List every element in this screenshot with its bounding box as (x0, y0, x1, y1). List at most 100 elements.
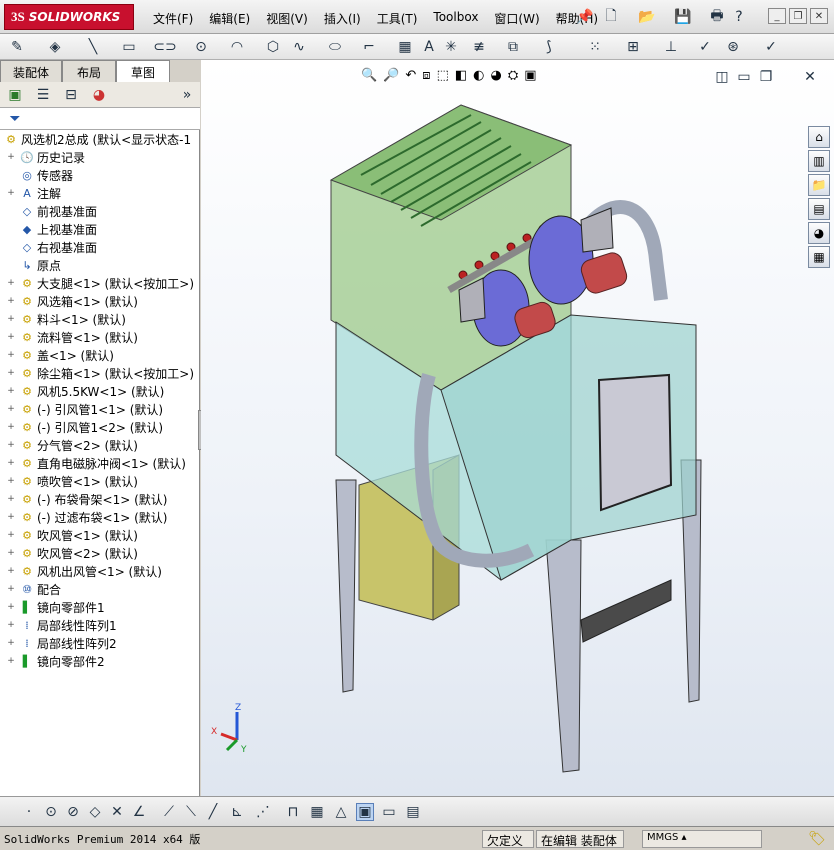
wireframe-icon[interactable]: ▭ (380, 803, 398, 821)
tree-root[interactable]: ⚙ 风选机2总成 (默认<显示状态-1 (0, 130, 200, 148)
tree-item[interactable]: + ⚙ 料斗<1> (默认) (0, 310, 200, 328)
intersection-snap-icon[interactable]: ✕ (108, 803, 126, 821)
tree-item[interactable]: + ▌ 镜向零部件1 (0, 598, 200, 616)
tree-item[interactable]: + ⚙ (-) 引风管1<2> (默认) (0, 418, 200, 436)
tree-item[interactable]: + ⚙ (-) 引风管1<1> (默认) (0, 400, 200, 418)
menu-window[interactable]: 窗口(W) (486, 8, 547, 29)
configuration-manager-icon[interactable]: ⊟ (62, 86, 80, 104)
tree-item[interactable]: + ⁞ 局部线性阵列1 (0, 616, 200, 634)
display-relations-icon[interactable]: ⊥ (662, 38, 680, 56)
tree-expander[interactable]: + (6, 278, 16, 288)
tree-expander[interactable]: + (6, 314, 16, 324)
tree-expander[interactable]: + (6, 656, 16, 666)
appearances-icon[interactable]: ◕ (808, 222, 830, 244)
tree-item[interactable]: + ⚙ 风选箱<1> (默认) (0, 292, 200, 310)
tree-item[interactable]: ↳ 原点 (0, 256, 200, 274)
vertical-snap-icon[interactable]: ⟍ (182, 803, 200, 821)
tree-expander[interactable]: + (6, 566, 16, 576)
spline-icon[interactable]: ∿ (290, 38, 308, 56)
tree-item[interactable]: + ⚙ 风机5.5KW<1> (默认) (0, 382, 200, 400)
tree-expander[interactable]: + (6, 368, 16, 378)
convert-icon[interactable]: ⧉ (504, 38, 522, 56)
view-palette-icon[interactable]: ▤ (808, 198, 830, 220)
tree-item[interactable]: + ⚙ 吹风管<1> (默认) (0, 526, 200, 544)
tree-expander[interactable]: + (6, 602, 16, 612)
save-icon[interactable]: 💾 (674, 8, 692, 26)
circle-icon[interactable]: ⊙ (192, 38, 210, 56)
display-manager-icon[interactable]: ◕ (90, 86, 108, 104)
resources-icon[interactable]: ⌂ (808, 126, 830, 148)
tree-expander[interactable]: + (6, 332, 16, 342)
move-icon[interactable]: ⊞ (624, 38, 642, 56)
tree-expander[interactable]: + (6, 494, 16, 504)
quadrant-snap-icon[interactable]: ⋰ (254, 803, 272, 821)
menu-view[interactable]: 视图(V) (258, 8, 316, 29)
smart-dimension-icon[interactable]: ◈ (46, 38, 64, 56)
rapid-sketch-icon[interactable]: ⊛ (724, 38, 742, 56)
shaded-icon[interactable]: ▣ (356, 803, 374, 821)
menu-tools[interactable]: 工具(T) (369, 8, 426, 29)
tree-expander[interactable]: + (6, 386, 16, 396)
expand-panel-icon[interactable]: » (178, 86, 196, 104)
design-library-icon[interactable]: ▥ (808, 150, 830, 172)
tree-item[interactable]: + ⚙ (-) 过滤布袋<1> (默认) (0, 508, 200, 526)
menu-toolbox[interactable]: Toolbox (425, 8, 486, 29)
tree-item[interactable]: + ⚙ 分气管<2> (默认) (0, 436, 200, 454)
polygon-icon[interactable]: ⬡ (264, 38, 282, 56)
tree-expander[interactable]: + (6, 188, 16, 198)
custom-properties-icon[interactable]: ▦ (808, 246, 830, 268)
construction-icon[interactable]: ▦ (396, 38, 414, 56)
line-icon[interactable]: ╲ (84, 38, 102, 56)
grid-snap-icon[interactable]: ▦ (308, 803, 326, 821)
new-document-icon[interactable]: 🗋 (602, 8, 620, 26)
sketch-icon[interactable]: ✎ (8, 38, 26, 56)
menu-edit[interactable]: 编辑(E) (201, 8, 258, 29)
tree-expander[interactable]: + (6, 548, 16, 558)
pattern-toolbar-icon[interactable]: ⁙ (586, 38, 604, 56)
open-folder-icon[interactable]: 📂 (638, 8, 656, 26)
tree-item[interactable]: + ⚙ 盖<1> (默认) (0, 346, 200, 364)
restore-button[interactable]: ❐ (789, 8, 807, 24)
tree-expander[interactable]: + (6, 620, 16, 630)
tree-item[interactable]: ◇ 前视基准面 (0, 202, 200, 220)
tangent-snap-icon[interactable]: ◇ (86, 803, 104, 821)
slot-icon[interactable]: ⊂⊃ (153, 38, 176, 56)
tree-item[interactable]: + ⚙ 风机出风管<1> (默认) (0, 562, 200, 580)
pin-icon[interactable]: 📌 (576, 8, 594, 26)
point-small-icon[interactable]: · (20, 803, 38, 821)
tab-sketch[interactable]: 草图 (116, 60, 170, 82)
tree-item[interactable]: ◆ 上视基准面 (0, 220, 200, 238)
rectangle-icon[interactable]: ▭ (120, 38, 138, 56)
tree-item[interactable]: ◇ 右视基准面 (0, 238, 200, 256)
units-selector[interactable]: MMGS ▴ (642, 830, 762, 848)
tree-item[interactable]: + ▌ 镜向零部件2 (0, 652, 200, 670)
close-window-button[interactable]: ✕ (810, 8, 828, 24)
point-icon[interactable]: ✳ (442, 38, 460, 56)
menu-file[interactable]: 文件(F) (145, 8, 201, 29)
instant2d-icon[interactable]: ✓ (762, 38, 780, 56)
property-manager-icon[interactable]: ☰ (34, 86, 52, 104)
tree-expander[interactable]: + (6, 530, 16, 540)
tree-expander[interactable]: + (6, 350, 16, 360)
parallel-snap-icon[interactable]: ╱ (204, 803, 222, 821)
tag-icon[interactable]: 🏷 (808, 830, 826, 848)
tree-item[interactable]: + ⚙ 直角电磁脉冲阀<1> (默认) (0, 454, 200, 472)
tree-item[interactable]: + ⚙ 大支腿<1> (默认<按加工>) (0, 274, 200, 292)
menu-insert[interactable]: 插入(I) (316, 8, 369, 29)
graphics-area[interactable]: 🔍 🔎 ↶ ⧈ ⬚ ◧ ◐ ◕ ⛭ ▣ ◫ ▭ ❐ ✕ Z X Y ⌂ ▥ 📁 … (201, 60, 834, 796)
assembly-model[interactable]: Z X Y (201, 60, 834, 796)
horizontal-snap-icon[interactable]: ⟋ (160, 803, 178, 821)
tree-item[interactable]: + ⚙ 吹风管<2> (默认) (0, 544, 200, 562)
tree-expander[interactable]: + (6, 638, 16, 648)
minimize-button[interactable]: _ (768, 8, 786, 24)
repair-icon[interactable]: ✓ (696, 38, 714, 56)
grid-icon[interactable]: ⊓ (284, 803, 302, 821)
tree-expander[interactable]: + (6, 422, 16, 432)
arc-icon[interactable]: ◠ (228, 38, 246, 56)
offset-icon[interactable]: ⟆ (540, 38, 558, 56)
tab-assembly[interactable]: 装配体 (0, 60, 62, 82)
file-explorer-icon[interactable]: 📁 (808, 174, 830, 196)
tree-expander[interactable]: + (6, 584, 16, 594)
feature-manager-icon[interactable]: ▣ (6, 86, 24, 104)
tab-layout[interactable]: 布局 (62, 60, 116, 82)
